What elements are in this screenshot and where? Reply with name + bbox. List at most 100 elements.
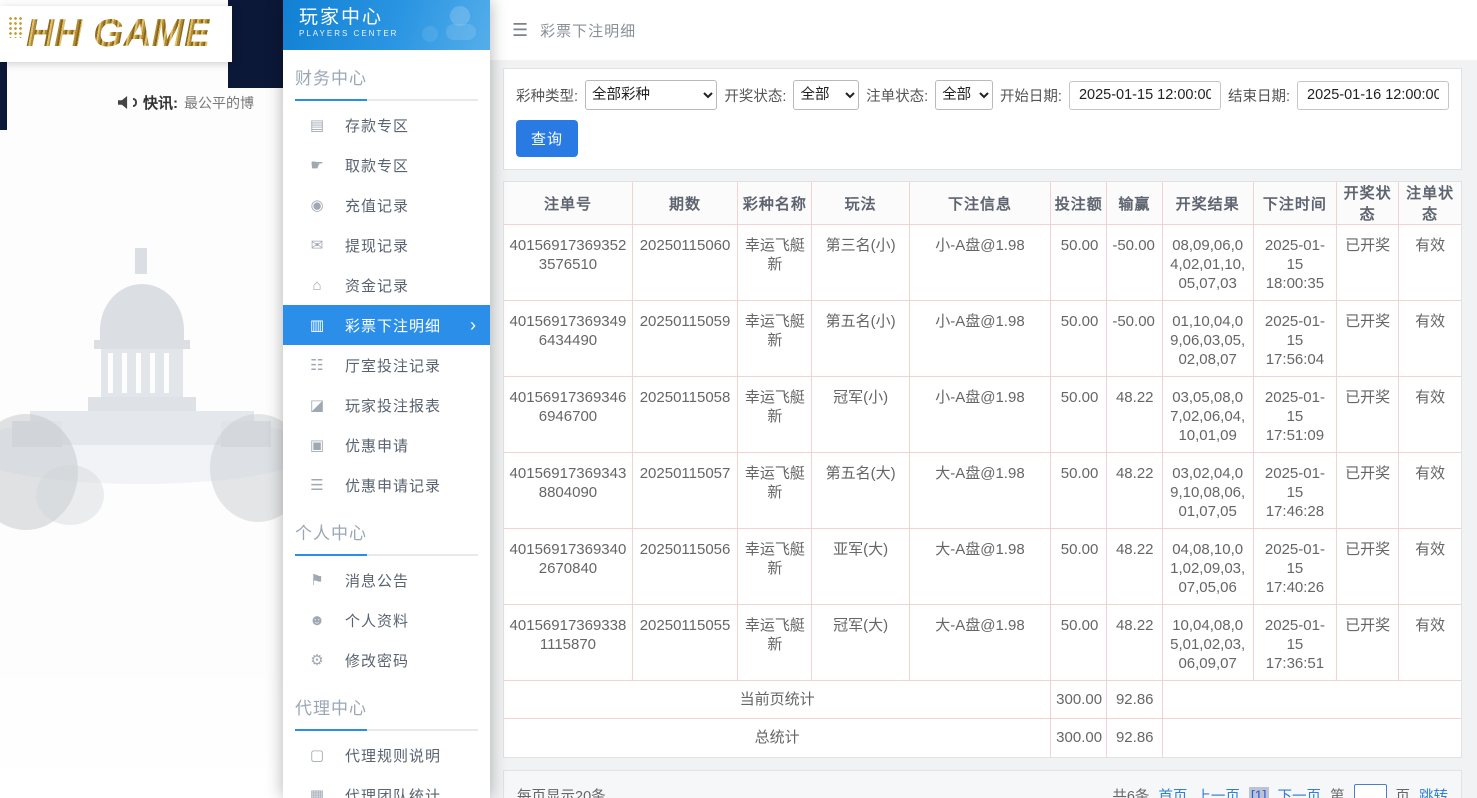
sidebar-item-change-password[interactable]: ⚙ 修改密码 (283, 640, 490, 680)
table-cell: 冠军(大) (811, 604, 910, 681)
page-title: 彩票下注明细 (540, 22, 637, 40)
column-header: 玩法 (811, 182, 910, 225)
lottery-type-select[interactable]: 全部彩种 (585, 80, 718, 110)
summary-winloss-total: 92.86 (1106, 680, 1163, 719)
sidebar-item-personal-profile[interactable]: ☻ 个人资料 (283, 600, 490, 640)
summary-empty-cell (1161, 680, 1461, 719)
table-cell: 已开奖 (1336, 376, 1400, 453)
sidebar-item-agent-rules[interactable]: ▢ 代理规则说明 (283, 735, 490, 775)
first-page-link[interactable]: 首页 (1158, 785, 1187, 798)
table-cell: 401569173693523576510 (504, 224, 633, 301)
sidebar-item-promo-apply-records[interactable]: ☰ 优惠申请记录 (283, 465, 490, 505)
sidebar-item-label: 彩票下注明细 (345, 317, 442, 335)
table-cell: 幸运飞艇新 (737, 300, 813, 377)
table-cell: 2025-01-15 17:46:28 (1252, 452, 1338, 529)
deposit-icon: ▤ (309, 117, 325, 134)
navy-band-left (0, 62, 7, 130)
table-cell: 04,08,10,01,02,09,03,07,05,06 (1161, 528, 1254, 605)
sidebar-item-player-bet-report[interactable]: ◪ 玩家投注报表 (283, 385, 490, 425)
start-date-label: 开始日期: (999, 88, 1062, 105)
draw-status-select[interactable]: 全部 (793, 80, 860, 110)
sidebar-header: 玩家中心 PLAYERS CENTER (283, 0, 490, 50)
pagination-bar: 每页显示20条 共6条 首页 上一页 [1] 下一页 第 页 跳转 (503, 769, 1462, 798)
table-cell: 50.00 (1050, 376, 1108, 453)
sidebar-item-hall-bet-records[interactable]: ☷ 厅室投注记录 (283, 345, 490, 385)
column-header: 开奖结果 (1161, 182, 1254, 225)
sidebar-item-agent-team-stats[interactable]: ▦ 代理团队统计 (283, 775, 490, 798)
pagination-controls: 共6条 首页 上一页 [1] 下一页 第 页 跳转 (1112, 783, 1448, 798)
funds-house-icon: ⌂ (312, 276, 322, 294)
table-cell: 01,10,04,09,06,03,05,02,08,07 (1161, 300, 1254, 377)
sidebar-item-promo-apply[interactable]: ▣ 优惠申请 (283, 425, 490, 465)
bell-icon: ⚑ (310, 572, 324, 589)
sidebar-item-funds-records[interactable]: ⌂ 资金记录 (283, 265, 490, 305)
table-cell: 已开奖 (1336, 300, 1400, 377)
table-cell: 幸运飞艇新 (737, 452, 813, 529)
sidebar-item-lottery-bet-details[interactable]: ▥ 彩票下注明细 › (283, 305, 490, 345)
sidebar-item-announcements[interactable]: ⚑ 消息公告 (283, 560, 490, 600)
table-cell: 有效 (1398, 528, 1461, 605)
start-date-input[interactable] (1068, 80, 1221, 110)
sidebar-item-recharge-records[interactable]: ◉ 充值记录 (283, 185, 490, 225)
end-date-input[interactable] (1297, 80, 1449, 110)
table-cell: 已开奖 (1336, 528, 1400, 605)
sidebar-item-withdrawal-records[interactable]: ✉ 提现记录 (283, 225, 490, 265)
table-cell: 20250115056 (631, 528, 739, 605)
background-fade (0, 638, 283, 798)
summary-winloss-total: 92.86 (1106, 718, 1163, 757)
table-cell: 2025-01-15 18:00:35 (1252, 224, 1338, 301)
table-cell: 401569173693466946700 (504, 376, 633, 453)
next-page-link[interactable]: 下一页 (1278, 785, 1322, 798)
summary-row: 总统计 300.00 92.86 (504, 718, 1461, 757)
table-cell: 已开奖 (1336, 604, 1400, 681)
order-status-select[interactable]: 全部 (935, 80, 993, 110)
table-cell: 50.00 (1050, 528, 1108, 605)
table-cell: 第五名(小) (811, 300, 910, 377)
page-jump-input[interactable] (1353, 783, 1387, 798)
table-cell: 冠军(小) (811, 376, 910, 453)
per-page-label: 每页显示20条 (517, 788, 606, 798)
prev-page-link[interactable]: 上一页 (1196, 785, 1240, 798)
table-cell: 20250115058 (631, 376, 739, 453)
table-cell: 50.00 (1050, 224, 1108, 301)
logo-dots-decoration (8, 16, 24, 38)
table-cell: 已开奖 (1336, 452, 1400, 529)
navy-band (228, 0, 283, 88)
sidebar-item-deposit-zone[interactable]: ▤ 存款专区 (283, 105, 490, 145)
report-chart-icon: ◪ (309, 397, 325, 414)
column-header: 下注信息 (908, 182, 1052, 225)
draw-status-label: 开奖状态: (724, 88, 787, 105)
table-cell: 48.22 (1106, 376, 1163, 453)
table-cell: 20250115055 (631, 604, 739, 681)
jump-link[interactable]: 跳转 (1419, 785, 1448, 798)
sidebar-item-withdraw-zone[interactable]: ☛ 取款专区 (283, 145, 490, 185)
sidebar-item-label: 修改密码 (345, 652, 410, 670)
ticker-label: 快讯: (143, 95, 178, 112)
current-page-indicator[interactable]: [1] (1248, 787, 1269, 798)
content: 彩种类型: 全部彩种 开奖状态: 全部 注单状态: 全部 开始日期: 结束日期: (490, 60, 1477, 798)
topbar: ☰ 彩票下注明细 (490, 0, 1477, 60)
table-cell: 已开奖 (1336, 224, 1400, 301)
column-header: 下注时间 (1252, 182, 1338, 225)
hall-records-icon: ☷ (310, 357, 324, 374)
query-button[interactable]: 查询 (516, 120, 579, 157)
sidebar-item-label: 个人资料 (345, 612, 410, 630)
ticker-text: 最公平的博 (184, 94, 254, 111)
gear-icon: ⚙ (310, 652, 324, 669)
table-cell: 第三名(小) (811, 224, 910, 301)
document-icon: ▢ (309, 747, 325, 764)
sidebar-item-label: 存款专区 (345, 117, 410, 135)
column-header: 注单号 (504, 182, 633, 225)
table-cell: 03,02,04,09,10,08,06,01,07,05 (1161, 452, 1254, 529)
table-cell: 2025-01-15 17:36:51 (1252, 604, 1338, 681)
sidebar-item-label: 玩家投注报表 (345, 397, 442, 415)
table-cell: 08,09,06,04,02,01,10,05,07,03 (1161, 224, 1254, 301)
table-row: 401569173693381115870 20250115055 幸运飞艇新 冠军(… (504, 604, 1461, 681)
hamburger-menu-icon[interactable]: ☰ (512, 20, 528, 41)
button-row: 查询 (516, 120, 1449, 157)
sidebar-item-label: 代理团队统计 (345, 787, 442, 798)
order-status-label: 注单状态: (866, 88, 929, 105)
section-title: 个人中心 (295, 524, 367, 543)
sidebar-menu: 财务中心 ▤ 存款专区 ☛ 取款专区 ◉ 充值记录 ✉ 提现记录 ⌂ 资金记录 ▥ 彩票下注明细 › ☷ 厅室… (283, 50, 490, 798)
table-cell: 亚军(大) (811, 528, 910, 605)
